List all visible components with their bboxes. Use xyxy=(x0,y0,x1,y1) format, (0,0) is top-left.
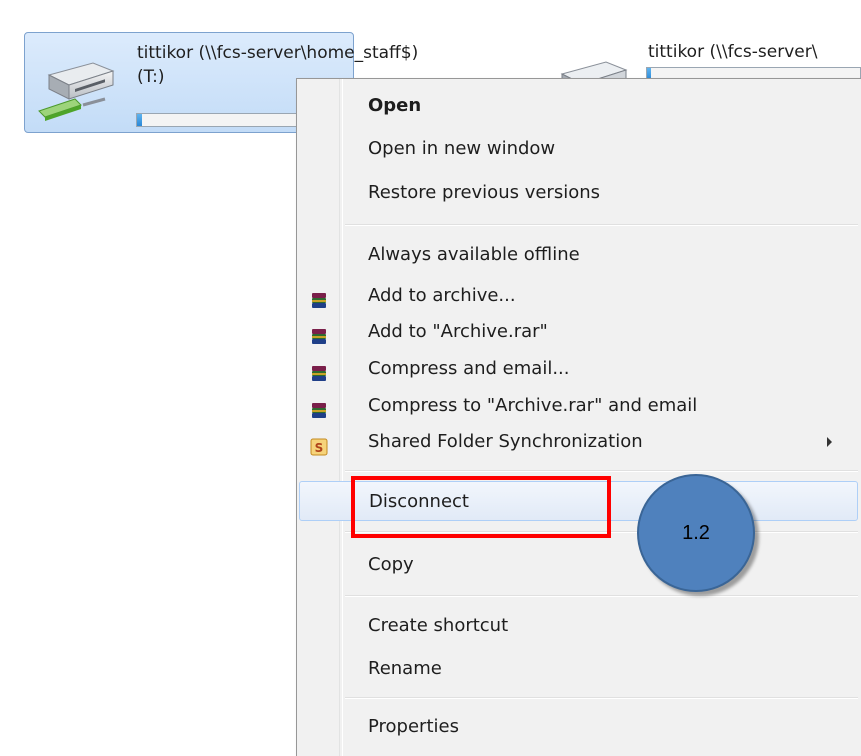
menu-item-add-to-archive-rar[interactable]: Add to "Archive.rar" xyxy=(299,312,858,352)
menu-item-label: Create shortcut xyxy=(368,615,509,636)
menu-item-rename[interactable]: Rename xyxy=(299,649,858,689)
winrar-icon xyxy=(309,359,329,381)
menu-separator xyxy=(345,224,858,226)
menu-item-label: Add to archive... xyxy=(368,285,516,306)
menu-item-create-shortcut[interactable]: Create shortcut xyxy=(299,606,858,646)
menu-separator xyxy=(345,595,858,597)
menu-item-label: Open xyxy=(368,95,422,116)
winrar-icon xyxy=(309,286,329,308)
menu-item-label: Restore previous versions xyxy=(368,182,601,203)
menu-item-restore-previous-versions[interactable]: Restore previous versions xyxy=(299,173,858,213)
menu-item-label: Copy xyxy=(368,554,414,575)
menu-item-shared-folder-sync[interactable]: S Shared Folder Synchronization xyxy=(299,422,858,462)
menu-item-copy[interactable]: Copy xyxy=(299,545,858,585)
menu-item-label: Always available offline xyxy=(368,244,580,265)
menu-item-add-to-archive[interactable]: Add to archive... xyxy=(299,276,858,316)
menu-item-label: Properties xyxy=(368,716,459,737)
step-badge: 1.2 xyxy=(637,474,755,592)
drive-name: tittikor (\\fcs-server\ xyxy=(648,42,818,62)
menu-item-label: Add to "Archive.rar" xyxy=(368,321,548,342)
submenu-arrow-icon xyxy=(827,437,832,447)
menu-item-compress-and-email[interactable]: Compress and email... xyxy=(299,349,858,389)
network-drive-icon xyxy=(35,53,127,125)
menu-item-compress-to-archive-and-email[interactable]: Compress to "Archive.rar" and email xyxy=(299,386,858,426)
menu-item-label: Compress and email... xyxy=(368,358,570,379)
drive-name: tittikor (\\fcs-server\home_staff$) xyxy=(137,43,419,63)
menu-item-label: Shared Folder Synchronization xyxy=(368,431,643,452)
drive-letter: (T:) xyxy=(137,67,165,87)
highlight-box xyxy=(351,476,611,538)
svg-text:S: S xyxy=(315,441,324,455)
menu-item-open-new-window[interactable]: Open in new window xyxy=(299,129,858,169)
winrar-icon xyxy=(309,322,329,344)
menu-separator xyxy=(345,697,858,699)
step-badge-label: 1.2 xyxy=(682,521,710,544)
menu-item-label: Open in new window xyxy=(368,138,556,159)
menu-item-always-available-offline[interactable]: Always available offline xyxy=(299,235,858,275)
menu-item-label: Compress to "Archive.rar" and email xyxy=(368,395,698,416)
context-menu: Open Open in new window Restore previous… xyxy=(296,78,861,756)
winrar-icon xyxy=(309,396,329,418)
menu-separator xyxy=(345,470,858,472)
sync-icon: S xyxy=(309,432,329,456)
menu-item-label: Rename xyxy=(368,658,442,679)
menu-item-properties[interactable]: Properties xyxy=(299,707,858,747)
menu-item-open[interactable]: Open xyxy=(299,86,858,126)
